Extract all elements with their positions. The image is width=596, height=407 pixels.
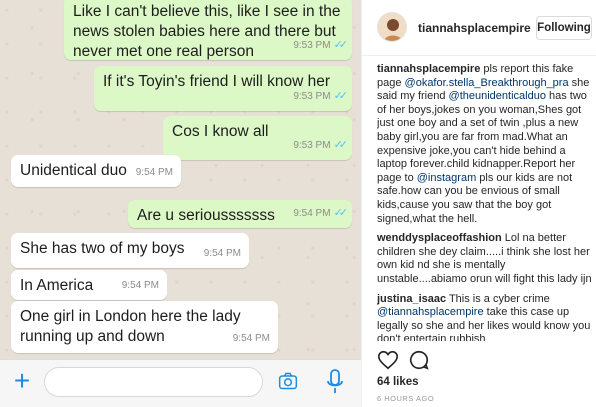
message-text: Are u seriousssssss [137, 207, 275, 224]
post-actions [377, 349, 437, 371]
read-ticks-icon: ✓✓ [333, 207, 349, 219]
profile-picture-icon [378, 13, 406, 41]
message-time: 9:54 PM [135, 167, 173, 178]
message-bubble: She has two of my boys 9:54 PM [11, 233, 249, 268]
message-time: 9:53 PM [293, 140, 331, 151]
message-time: 9:53 PM [293, 91, 331, 102]
message-bubble: Unidentical duo 9:54 PM [11, 155, 181, 187]
mention-link[interactable]: @okafor.stella_Breakthrough_pra [405, 77, 569, 89]
post-author-handle[interactable]: tiannahsplacempire [418, 21, 531, 35]
microphone-icon[interactable] [326, 369, 344, 395]
message-time: 9:54 PM [203, 248, 241, 259]
comment-username[interactable]: wenddysplaceoffashion [377, 232, 502, 244]
message-composer: + [0, 359, 361, 407]
message-text: One girl in London here the lady running… [20, 308, 241, 345]
plus-icon[interactable]: + [9, 367, 35, 395]
chat-screenshot: Like I can't believe this, like I see in… [0, 0, 361, 407]
avatar[interactable] [377, 12, 407, 42]
message-bubble: One girl in London here the lady running… [11, 301, 278, 353]
heart-icon[interactable] [377, 349, 399, 371]
comment-text: This is a cyber crime [446, 292, 550, 305]
comment: tiannahsplacempire pls report this fake … [377, 63, 592, 226]
message-bubble: Like I can't believe this, like I see in… [64, 0, 352, 60]
post-timestamp: 6 HOURS AGO [377, 394, 435, 403]
read-ticks-icon: ✓✓ [333, 39, 349, 51]
message-meta: 9:53 PM ✓✓ [293, 86, 349, 107]
comment-icon[interactable] [408, 349, 430, 371]
message-text: She has two of my boys [20, 240, 185, 257]
instagram-post-panel: tiannahsplacempire Following tiannahspla… [361, 0, 596, 407]
following-button[interactable]: Following [536, 16, 592, 40]
message-bubble: Cos I know all 9:53 PM ✓✓ [163, 116, 352, 160]
comment-username[interactable]: tiannahsplacempire [377, 63, 480, 75]
read-ticks-icon: ✓✓ [333, 90, 349, 102]
comments-list: tiannahsplacempire pls report this fake … [377, 63, 592, 341]
message-bubble: In America 9:54 PM [11, 270, 167, 300]
comment-username[interactable]: justina_isaac [377, 293, 446, 305]
message-time: 9:54 PM [293, 208, 331, 219]
read-ticks-icon: ✓✓ [333, 139, 349, 151]
camera-icon[interactable] [278, 371, 298, 391]
message-input[interactable] [44, 367, 263, 397]
message-text: In America [20, 277, 94, 294]
message-time: 9:53 PM [293, 40, 331, 51]
comment: justina_isaac This is a cyber crime @tia… [377, 293, 592, 342]
message-meta: 9:53 PM ✓✓ [293, 35, 349, 56]
message-bubble: Are u seriousssssss 9:54 PM ✓✓ [128, 200, 352, 228]
message-time: 9:54 PM [121, 280, 159, 291]
message-bubble: If it's Toyin's friend I will know her 9… [94, 66, 352, 111]
comment: wenddysplaceoffashion Lol na better chil… [377, 232, 592, 286]
mention-link[interactable]: @instagram [417, 172, 476, 184]
comment-text: has two of her boys,jokes on you woman,S… [377, 90, 587, 184]
message-text: Unidentical duo [20, 162, 127, 179]
message-text: Cos I know all [172, 123, 269, 140]
mention-link[interactable]: @tiannahsplacempire [377, 306, 484, 318]
message-meta: 9:54 PM ✓✓ [293, 203, 349, 224]
message-time: 9:54 PM [232, 333, 270, 344]
message-meta: 9:53 PM ✓✓ [293, 135, 349, 156]
likes-count[interactable]: 64 likes [377, 376, 419, 388]
mention-link[interactable]: @theunidenticalduo [449, 90, 546, 102]
post-header: tiannahsplacempire Following [362, 0, 596, 56]
